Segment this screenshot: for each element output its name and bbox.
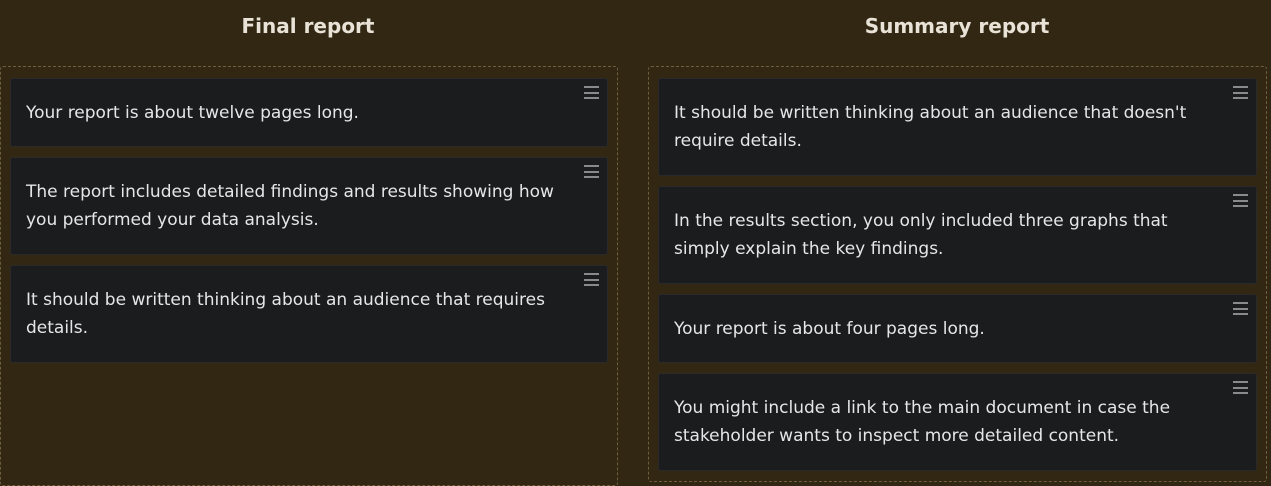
drag-handle-icon[interactable] [1233,194,1248,207]
card-text: Your report is about four pages long. [674,318,985,339]
column-title-final-report: Final report [241,14,375,38]
drop-zone-final-report[interactable]: Your report is about twelve pages long. … [0,66,618,486]
drag-handle-icon[interactable] [1233,302,1248,315]
draggable-card[interactable]: It should be written thinking about an a… [658,78,1257,176]
card-text: You might include a link to the main doc… [674,398,1171,446]
card-text: In the results section, you only include… [674,211,1168,259]
draggable-card[interactable]: In the results section, you only include… [658,186,1257,284]
drag-handle-icon[interactable] [584,86,599,99]
card-text: It should be written thinking about an a… [26,290,545,338]
card-text: Your report is about twelve pages long. [26,102,359,123]
card-text: The report includes detailed findings an… [26,182,554,230]
draggable-card[interactable]: The report includes detailed findings an… [10,157,608,255]
drag-handle-icon[interactable] [584,165,599,178]
drag-handle-icon[interactable] [1233,86,1248,99]
draggable-card[interactable]: You might include a link to the main doc… [658,373,1257,471]
draggable-card[interactable]: Your report is about twelve pages long. [10,78,608,147]
drag-handle-icon[interactable] [1233,381,1248,394]
column-title-summary-report: Summary report [864,14,1050,38]
card-text: It should be written thinking about an a… [674,103,1187,151]
draggable-card[interactable]: It should be written thinking about an a… [10,265,608,363]
drop-zone-summary-report[interactable]: It should be written thinking about an a… [648,66,1267,482]
drag-handle-icon[interactable] [584,273,599,286]
draggable-card[interactable]: Your report is about four pages long. [658,294,1257,363]
